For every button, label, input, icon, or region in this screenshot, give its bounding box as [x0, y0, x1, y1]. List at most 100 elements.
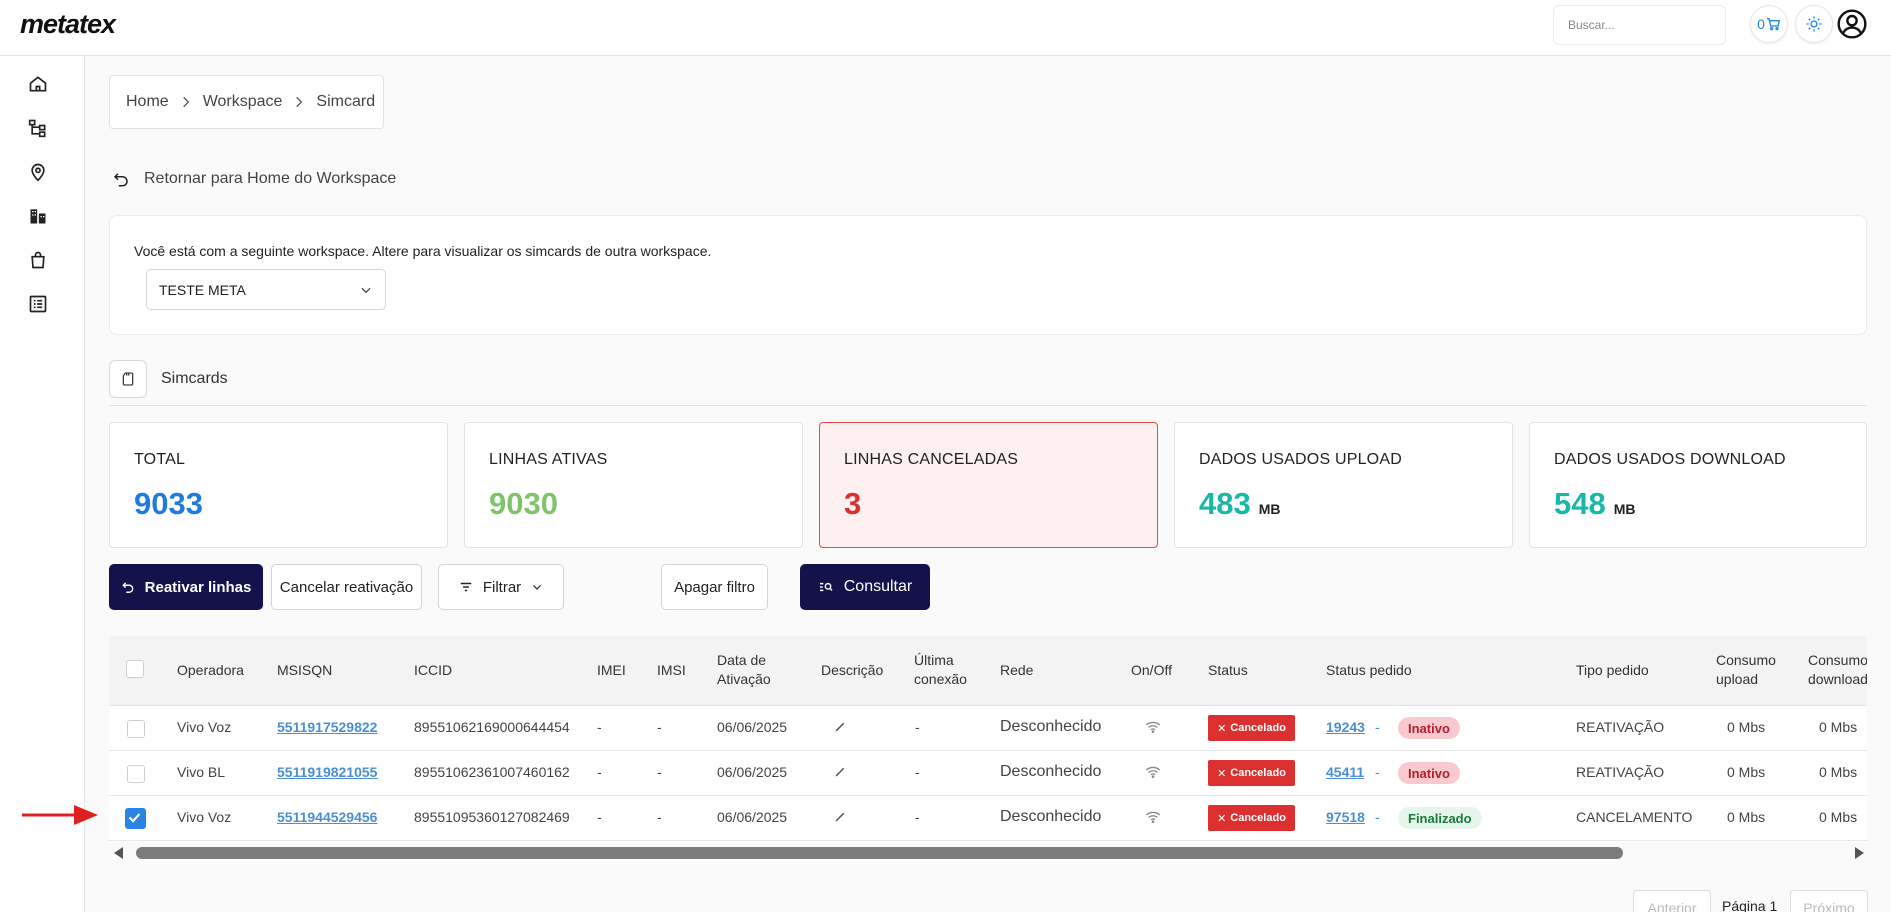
cart-count: 0: [1757, 16, 1765, 32]
workspace-selected-value: TESTE META: [159, 281, 246, 298]
cell-msisdn-link[interactable]: 5511919821055: [277, 764, 377, 780]
header-iccid[interactable]: ICCID: [414, 661, 452, 680]
stat-value: 483 MB: [1199, 486, 1281, 521]
clear-filter-button[interactable]: Apagar filtro: [661, 564, 768, 610]
breadcrumb-workspace[interactable]: Workspace: [203, 93, 283, 111]
edit-pencil-icon[interactable]: [834, 765, 847, 781]
cell-order-link[interactable]: 97518: [1326, 809, 1365, 825]
cell-order-link[interactable]: 45411: [1326, 764, 1364, 780]
sidebar-item-location[interactable]: [26, 160, 50, 184]
home-icon: [29, 76, 47, 92]
cell-operadora: Vivo Voz: [177, 719, 232, 735]
cell-consumo-download: 0 Mbs: [1819, 719, 1858, 735]
stat-label: LINHAS CANCELADAS: [844, 451, 1019, 468]
stat-label: DADOS USADOS UPLOAD: [1199, 451, 1402, 468]
table-row[interactable]: Vivo BL 5511919821055 895510623610074601…: [109, 751, 1867, 796]
order-status-pill: Inativo: [1398, 717, 1460, 739]
cell-msisdn-link[interactable]: 5511944529456: [277, 809, 377, 825]
buildings-icon: [30, 209, 46, 224]
stat-card-cancelled-lines: LINHAS CANCELADAS 3: [819, 422, 1158, 548]
header-status[interactable]: Status: [1208, 661, 1248, 680]
annotation-arrow-icon: [22, 805, 98, 825]
stat-value: 9030: [489, 486, 558, 521]
stat-card-active-lines: LINHAS ATIVAS 9030: [464, 422, 803, 548]
horizontal-scrollbar[interactable]: [109, 844, 1867, 862]
cell-iccid: 89551062361007460162: [414, 764, 570, 780]
edit-pencil-icon[interactable]: [834, 810, 847, 826]
cell-data-ativacao: 06/06/2025: [717, 809, 788, 825]
reactivate-lines-label: Reativar linhas: [144, 578, 252, 596]
row-checkbox[interactable]: [127, 720, 145, 738]
next-page-button[interactable]: Próximo: [1790, 890, 1868, 912]
workspace-select[interactable]: TESTE META: [146, 269, 386, 310]
wifi-icon: [1145, 765, 1161, 782]
table-row[interactable]: Vivo Voz 5511917529822 89551062169000644…: [109, 706, 1867, 751]
prev-page-button[interactable]: Anterior: [1633, 890, 1711, 912]
wifi-icon: [1145, 810, 1161, 827]
header-rede[interactable]: Rede: [1000, 661, 1033, 680]
user-icon[interactable]: [1836, 8, 1868, 40]
undo-arrow-icon: [121, 580, 135, 594]
header-ultima-conexao[interactable]: Última conexão: [914, 651, 967, 689]
wifi-icon: [1145, 720, 1161, 737]
simcard-icon-box: [109, 359, 147, 398]
scrollbar-thumb[interactable]: [136, 847, 1623, 859]
app-logo[interactable]: metatex: [20, 9, 116, 40]
sidebar-item-buildings[interactable]: [26, 204, 50, 228]
sidebar: [0, 56, 85, 912]
header-consumo-download[interactable]: Consumo download: [1808, 651, 1867, 689]
shopping-bag-icon: [31, 251, 45, 269]
row-checkbox-checked[interactable]: [125, 808, 146, 829]
cell-imei: -: [597, 764, 602, 780]
header-onoff[interactable]: On/Off: [1131, 661, 1172, 680]
section-title: Simcards: [161, 369, 228, 387]
query-button[interactable]: Consultar: [800, 564, 930, 610]
header-status-pedido[interactable]: Status pedido: [1326, 661, 1412, 680]
cell-consumo-download: 0 Mbs: [1819, 764, 1858, 780]
cell-ultima-conexao: -: [915, 764, 920, 780]
cancel-reactivation-button[interactable]: Cancelar reativação: [271, 564, 422, 610]
sun-icon: [1806, 16, 1822, 32]
check-icon: [128, 813, 141, 823]
cell-consumo-upload: 0 Mbs: [1727, 719, 1766, 735]
edit-pencil-icon[interactable]: [834, 720, 847, 736]
stat-value: 9033: [134, 486, 203, 521]
header-tipo-pedido[interactable]: Tipo pedido: [1576, 661, 1649, 680]
cell-order-link[interactable]: 19243: [1326, 719, 1365, 735]
reactivate-lines-button[interactable]: Reativar linhas: [109, 564, 263, 610]
sidebar-item-home[interactable]: [26, 72, 50, 96]
select-all-checkbox[interactable]: [126, 660, 144, 678]
cart-button[interactable]: 0: [1750, 5, 1788, 43]
sidebar-item-orders[interactable]: [26, 248, 50, 272]
cell-operadora: Vivo BL: [177, 764, 225, 780]
filter-button[interactable]: Filtrar: [438, 564, 564, 610]
header-data-ativacao[interactable]: Data de Ativação: [717, 651, 771, 689]
breadcrumb-home[interactable]: Home: [126, 93, 169, 111]
cell-imsi: -: [657, 719, 662, 735]
breadcrumb-simcard: Simcard: [316, 93, 376, 110]
scroll-left-icon: [114, 847, 123, 859]
header-consumo-upload[interactable]: Consumo upload: [1716, 651, 1776, 689]
theme-toggle-button[interactable]: [1795, 5, 1833, 43]
header-operadora[interactable]: Operadora: [177, 661, 244, 680]
chevron-right-icon: [182, 96, 189, 108]
status-badge-cancelled: ✕ Cancelado: [1208, 715, 1295, 741]
header-imei[interactable]: IMEI: [597, 661, 626, 680]
search-input[interactable]: [1553, 5, 1726, 45]
stat-card-total: TOTAL 9033: [109, 422, 448, 548]
status-badge-cancelled: ✕ Cancelado: [1208, 760, 1295, 786]
header-msisdn[interactable]: MSISQN: [277, 661, 332, 680]
back-to-workspace-link[interactable]: Retornar para Home do Workspace: [112, 170, 396, 188]
sidebar-item-hierarchy[interactable]: [26, 116, 50, 140]
cell-consumo-upload: 0 Mbs: [1727, 764, 1766, 780]
workspace-card: Você está com a seguinte workspace. Alte…: [109, 215, 1867, 335]
table-row[interactable]: Vivo Voz 5511944529456 89551095360127082…: [109, 796, 1867, 841]
status-badge-cancelled: ✕ Cancelado: [1208, 805, 1295, 831]
filter-icon: [459, 580, 473, 594]
sidebar-item-list[interactable]: [26, 292, 50, 316]
row-checkbox[interactable]: [127, 765, 145, 783]
header-descricao[interactable]: Descrição: [821, 661, 883, 680]
cell-tipo-pedido: REATIVAÇÃO: [1576, 719, 1665, 735]
header-imsi[interactable]: IMSI: [657, 661, 686, 680]
cell-msisdn-link[interactable]: 5511917529822: [277, 719, 377, 735]
